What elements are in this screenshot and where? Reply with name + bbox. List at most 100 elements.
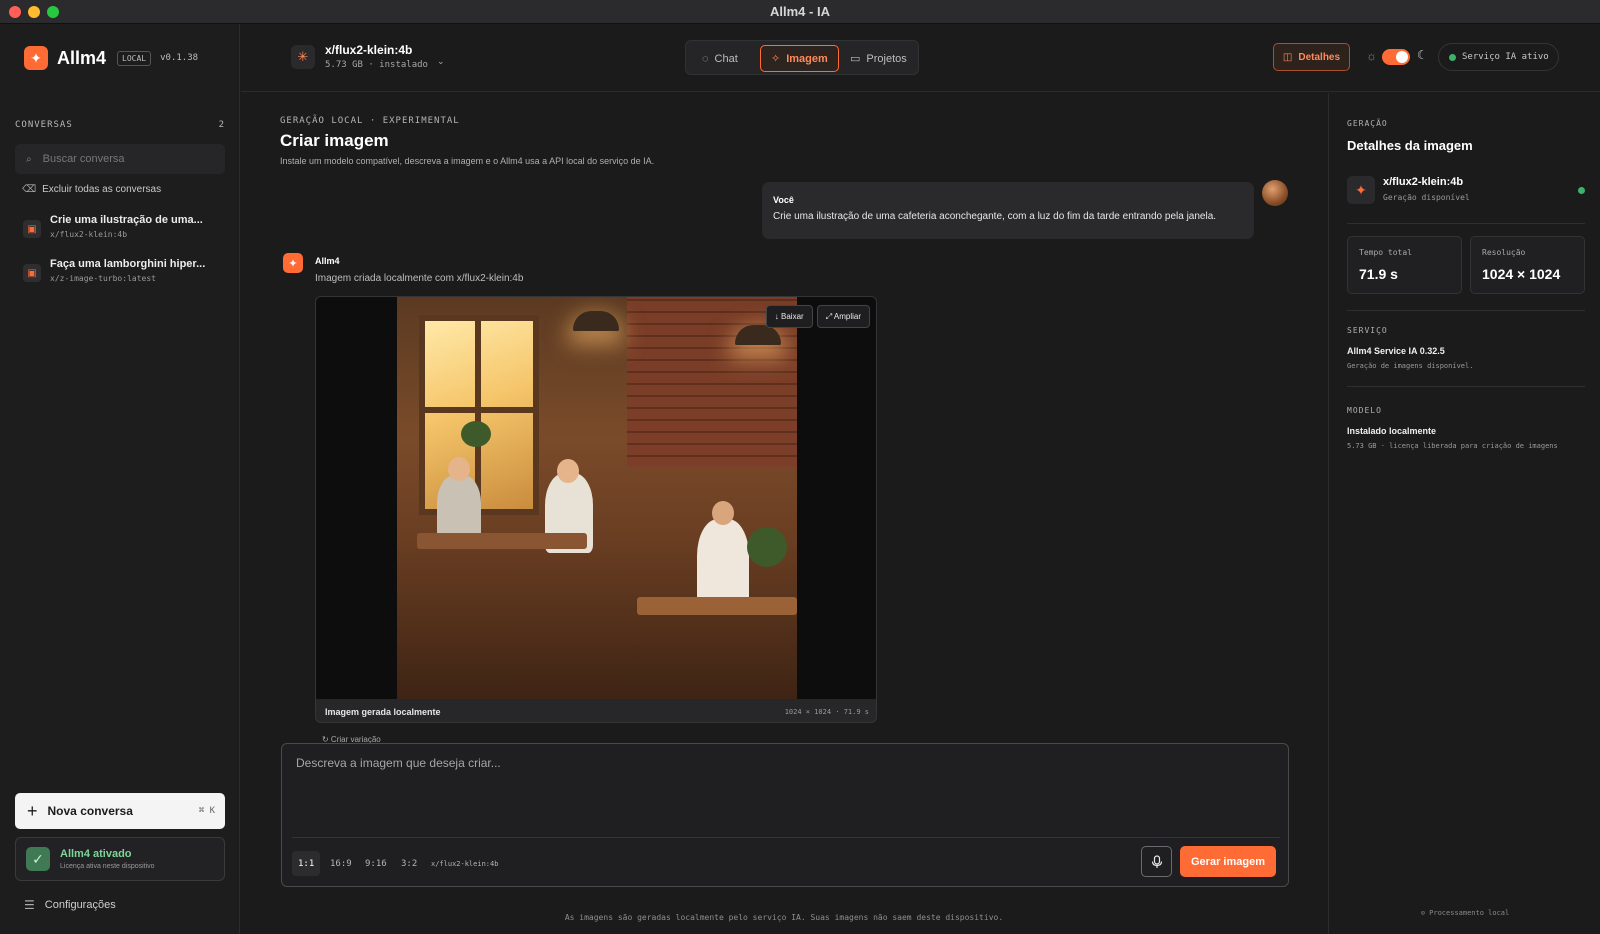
panel-icon: ◫ — [1282, 51, 1293, 63]
details-panel: GERAÇÃO Detalhes da imagem ✦ x/flux2-kle… — [1328, 93, 1600, 934]
clear-all-conversations-button[interactable]: ⌫ Excluir todas as conversas — [22, 184, 161, 195]
panel-eyebrow: GERAÇÃO — [1347, 119, 1388, 128]
search-icon: ⌕ — [26, 153, 32, 165]
sparkle-icon: ✦ — [1347, 176, 1375, 204]
prompt-input[interactable] — [296, 756, 1274, 824]
stat-label: Tempo total — [1359, 248, 1412, 257]
panel-model-status: Geração disponível — [1383, 193, 1470, 202]
sparkles-icon: ✧ — [771, 53, 781, 65]
ratio-16-9[interactable]: 16:9 — [324, 851, 358, 876]
brand-name: Allm4 — [57, 47, 107, 68]
image-caption: Imagem gerada localmente — [325, 706, 441, 717]
ratio-3-2[interactable]: 3:2 — [395, 851, 423, 876]
image-icon: ▣ — [23, 264, 41, 282]
activation-title: Allm4 ativado — [60, 848, 132, 860]
chevron-down-icon: ⌄ — [436, 56, 445, 66]
model-install-status: Instalado localmente — [1347, 426, 1437, 436]
generated-image-card: ↓ Baixar ⤢ Ampliar Imagem gerada localme… — [315, 296, 877, 723]
image-actions: ↓ Baixar ⤢ Ampliar — [762, 305, 870, 328]
status-dot — [1578, 187, 1585, 194]
ratio-1-1[interactable]: 1:1 — [292, 851, 321, 876]
download-button[interactable]: ↓ Baixar — [765, 305, 813, 328]
sliders-icon: ☰ — [24, 898, 35, 912]
tab-projects[interactable]: ▭ Projetos — [840, 45, 917, 72]
settings-button[interactable]: ☰ Configurações — [24, 898, 116, 912]
sun-icon: ☼ — [1366, 49, 1377, 63]
service-status-text: Serviço IA ativo — [1462, 52, 1549, 62]
conversations-header: CONVERSAS 2 — [15, 120, 225, 130]
prompt-composer: 1:1 16:9 9:16 3:2 x/flux2-klein:4b Gerar… — [281, 743, 1289, 887]
page-subtitle: Instale um modelo compatível, descreva a… — [280, 156, 655, 166]
service-eyebrow: SERVIÇO — [1347, 326, 1388, 335]
tab-label: Imagem — [786, 52, 828, 65]
service-description: Geração de imagens disponível. — [1347, 362, 1474, 370]
conversation-item[interactable]: ▣ Faça uma lamborghini hiper... x/z-imag… — [15, 258, 227, 294]
stat-label: Resolução — [1482, 248, 1526, 257]
search-input[interactable] — [42, 153, 203, 165]
conversations-label: CONVERSAS — [15, 120, 73, 130]
user-message: Você Crie uma ilustração de uma cafeteri… — [762, 182, 1254, 239]
license-status-card[interactable]: ✓ Allm4 ativado Licença ativa neste disp… — [15, 837, 225, 881]
toggle-knob — [1396, 51, 1408, 63]
divider — [1347, 310, 1585, 311]
expand-button[interactable]: ⤢ Ampliar — [816, 305, 870, 328]
new-conversation-button[interactable]: + Nova conversa ⌘ K — [15, 793, 225, 829]
model-eyebrow: MODELO — [1347, 406, 1382, 415]
settings-label: Configurações — [44, 899, 116, 911]
cafe-illustration — [397, 297, 797, 699]
model-license: 5.73 GB · licença liberada para criação … — [1347, 442, 1558, 450]
folder-icon: ▭ — [850, 53, 861, 65]
tab-label: Projetos — [866, 52, 907, 65]
search-box: ⌕ — [15, 144, 225, 174]
check-icon: ✓ — [26, 847, 50, 871]
privacy-disclaimer: As imagens são geradas localmente pelo s… — [564, 913, 1004, 922]
panel-title: Detalhes da imagem — [1347, 138, 1473, 153]
assistant-logo-icon: ✦ — [283, 253, 303, 273]
main-content: GERAÇÃO LOCAL · EXPERIMENTAL Criar image… — [241, 93, 1327, 934]
divider — [1347, 386, 1585, 387]
model-icon: ✳ — [291, 44, 315, 69]
conversation-model: x/flux2-klein:4b — [50, 230, 128, 239]
composer-model-tag[interactable]: x/flux2-klein:4b — [431, 851, 498, 876]
app-version: v0.1.38 — [160, 53, 199, 63]
tab-chat[interactable]: ◌ Chat — [692, 45, 748, 72]
stat-value: 71.9 s — [1359, 266, 1398, 282]
ratio-9-16[interactable]: 9:16 — [359, 851, 393, 876]
image-meta: 1024 × 1024 · 71.9 s — [784, 707, 869, 716]
conversation-title: Crie uma ilustração de uma... — [50, 214, 203, 226]
plus-icon: + — [27, 800, 38, 821]
selected-model-name: x/flux2-klein:4b — [325, 43, 413, 57]
conversations-count: 2 — [218, 120, 225, 130]
avatar — [1262, 180, 1288, 206]
keyboard-shortcut: ⌘ K — [198, 806, 215, 816]
generated-image[interactable]: ↓ Baixar ⤢ Ampliar — [316, 297, 876, 699]
theme-toggle[interactable] — [1382, 49, 1410, 65]
stat-value: 1024 × 1024 — [1482, 266, 1561, 282]
resolution-stat: Resolução 1024 × 1024 — [1470, 236, 1585, 294]
panel-model: ✦ x/flux2-klein:4b Geração disponível — [1347, 176, 1585, 212]
page-title: Criar imagem — [280, 131, 389, 150]
microphone-button[interactable] — [1141, 846, 1172, 877]
selected-model-size: 5.73 GB · instalado — [325, 60, 428, 70]
clear-all-label: Excluir todas as conversas — [42, 184, 162, 195]
model-selector[interactable]: ✳ x/flux2-klein:4b 5.73 GB · instalado ⌄ — [291, 43, 445, 70]
divider — [1347, 223, 1585, 224]
activation-subtitle: Licença ativa neste dispositivo — [60, 863, 155, 870]
delete-icon: ⌫ — [22, 184, 37, 195]
details-button[interactable]: ◫ Detalhes — [1273, 43, 1350, 71]
service-status-pill: Serviço IA ativo — [1438, 43, 1559, 71]
details-label: Detalhes — [1298, 51, 1341, 63]
moon-icon: ☾ — [1417, 48, 1428, 62]
mode-tabs: ◌ Chat ✧ Imagem ▭ Projetos — [685, 40, 919, 75]
chat-bubble-icon: ◌ — [702, 52, 709, 65]
generate-image-button[interactable]: Gerar imagem — [1180, 846, 1276, 877]
tab-image[interactable]: ✧ Imagem — [760, 45, 839, 72]
assistant-name: Allm4 — [315, 256, 340, 266]
page-eyebrow: GERAÇÃO LOCAL · EXPERIMENTAL — [280, 116, 460, 126]
conversation-item[interactable]: ▣ Crie uma ilustração de uma... x/flux2-… — [15, 214, 227, 250]
composer-divider — [292, 837, 1280, 838]
user-label: Você — [773, 195, 794, 205]
brand: ✦ Allm4 LOCAL v0.1.38 — [24, 46, 198, 70]
user-message-text: Crie uma ilustração de uma cafeteria aco… — [773, 211, 1217, 222]
assistant-subtitle: Imagem criada localmente com x/flux2-kle… — [315, 273, 524, 284]
